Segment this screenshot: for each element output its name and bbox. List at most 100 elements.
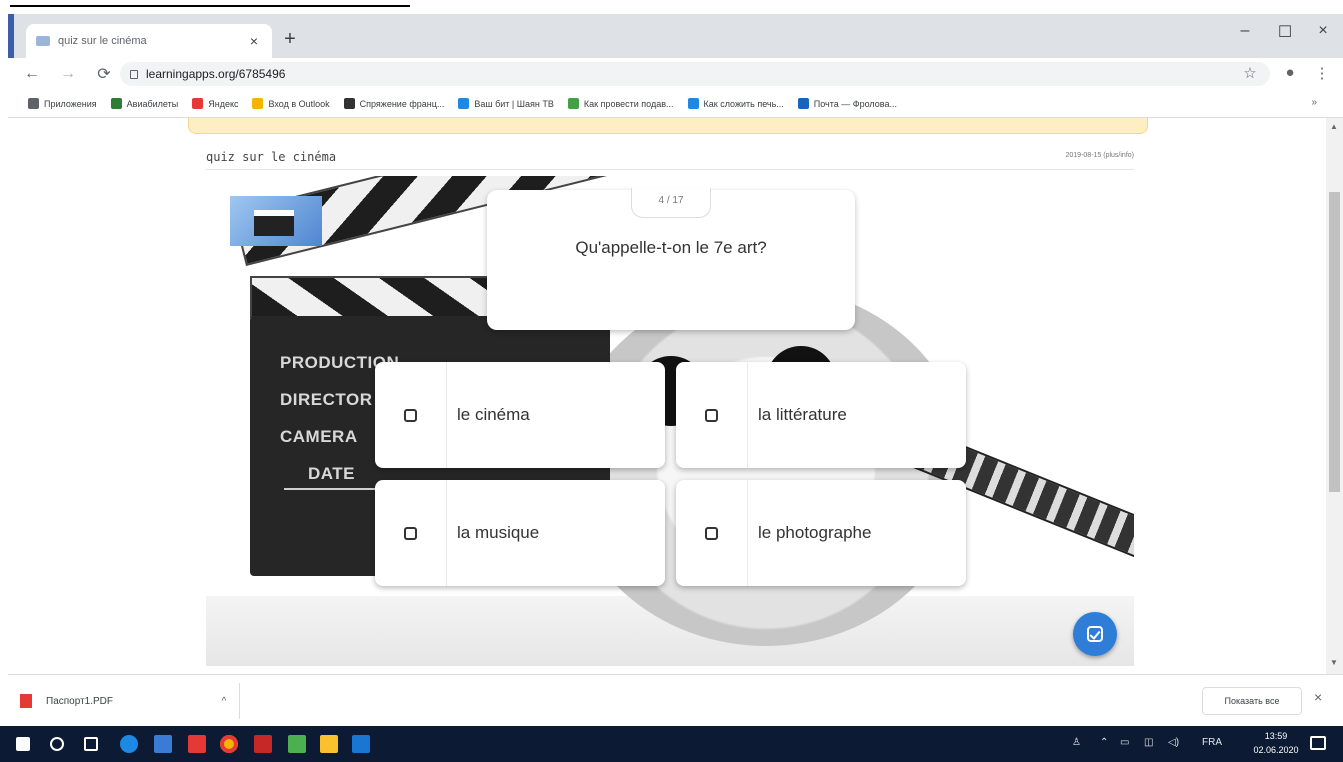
answer-label: la littérature xyxy=(758,405,847,424)
download-options-chevron-icon[interactable]: ^ xyxy=(209,696,239,707)
taskbar-clock[interactable]: 13:59 02.06.2020 xyxy=(1250,729,1302,757)
bookmark-item[interactable]: Как провести подав... xyxy=(567,98,674,109)
bookmark-label: Приложения xyxy=(44,98,97,109)
volume-icon[interactable]: ◁) xyxy=(1168,737,1179,748)
network-icon[interactable]: ◫ xyxy=(1144,737,1153,748)
search-icon[interactable] xyxy=(50,737,64,751)
profile-icon[interactable]: ● xyxy=(1280,64,1300,81)
answer-option-2[interactable]: la littérature xyxy=(676,362,966,468)
battery-icon[interactable]: ▭ xyxy=(1120,737,1129,748)
maximize-button[interactable]: ☐ xyxy=(1270,22,1300,42)
checkbox-icon[interactable] xyxy=(705,526,718,540)
bookmark-label: Ваш бит | Шаян ТВ xyxy=(474,98,554,109)
quiz-thumbnail-image xyxy=(230,196,322,246)
download-filename: Паспорт1.PDF xyxy=(46,695,113,707)
bookmark-label: Вход в Outlook xyxy=(268,98,330,109)
window-accent xyxy=(8,14,14,58)
scroll-down-icon[interactable]: ▼ xyxy=(1330,658,1338,667)
forward-arrow-icon[interactable]: → xyxy=(56,65,80,83)
chrome-icon[interactable] xyxy=(220,735,238,753)
bookmark-item[interactable]: Ваш бит | Шаян ТВ xyxy=(458,98,554,109)
scroll-up-icon[interactable]: ▲ xyxy=(1330,122,1338,131)
checkbox-icon[interactable] xyxy=(404,526,417,540)
question-card: 4 / 17 Qu'appelle-t-on le 7e art? xyxy=(487,188,855,330)
word-icon[interactable] xyxy=(352,735,370,753)
app-icon[interactable] xyxy=(288,735,306,753)
user-tray-icon[interactable]: ♙ xyxy=(1072,737,1081,748)
check-icon xyxy=(1087,626,1103,642)
store-icon[interactable] xyxy=(154,735,172,753)
page-scrollbar[interactable]: ▲ ▼ xyxy=(1326,118,1343,674)
answer-label: le photographe xyxy=(758,523,872,542)
bookmark-favicon-icon xyxy=(797,98,809,109)
answer-checkbox-area[interactable] xyxy=(375,362,447,468)
info-banner xyxy=(188,118,1148,134)
answer-option-1[interactable]: le cinéma xyxy=(375,362,665,468)
bookmark-favicon-icon xyxy=(252,98,264,109)
bookmark-item[interactable]: Приложения xyxy=(28,98,97,109)
browser-tab[interactable]: quiz sur le cinéma × xyxy=(26,24,272,58)
answer-option-3[interactable]: la musique xyxy=(375,480,665,586)
windows-taskbar: ♙ ⌃ ▭ ◫ ◁) FRA 13:59 02.06.2020 xyxy=(0,726,1343,762)
tab-close-icon[interactable]: × xyxy=(246,33,262,49)
bookmark-favicon-icon xyxy=(687,98,699,109)
bookmark-label: Как провести подав... xyxy=(583,98,674,109)
bookmark-favicon-icon xyxy=(458,98,470,109)
pdf-file-icon xyxy=(20,694,32,708)
scrollbar-thumb[interactable] xyxy=(1329,192,1340,492)
tab-strip: quiz sur le cinéma × + – ☐ × xyxy=(8,14,1343,58)
pdf-reader-icon[interactable] xyxy=(254,735,272,753)
site-favicon-icon xyxy=(36,36,50,46)
show-all-downloads-button[interactable]: Показать все xyxy=(1202,687,1302,715)
language-indicator[interactable]: FRA xyxy=(1202,737,1222,748)
browser-toolbar: ← → ⟳ learningapps.org/6785496 ☆ ● ⋮ xyxy=(8,58,1343,90)
bookmark-item[interactable]: Как сложить печь... xyxy=(687,98,784,109)
bookmark-star-icon[interactable]: ☆ xyxy=(1240,64,1260,82)
top-divider-line xyxy=(10,5,410,7)
bookmark-label: Как сложить печь... xyxy=(703,98,784,109)
bookmark-item[interactable]: Яндекс xyxy=(192,98,238,109)
answer-checkbox-area[interactable] xyxy=(676,480,748,586)
close-download-bar-icon[interactable]: × xyxy=(1314,689,1322,705)
bookmarks-bar: Приложения Авиабилеты Яндекс Вход в Outlook… xyxy=(8,90,1343,118)
bookmark-favicon-icon xyxy=(567,98,579,109)
app-title: quiz sur le cinéma xyxy=(206,150,337,164)
answer-label: la musique xyxy=(457,523,540,542)
check-answer-button[interactable] xyxy=(1073,612,1117,656)
bookmark-favicon-icon xyxy=(28,98,39,109)
edge-browser-icon[interactable] xyxy=(120,735,138,753)
minimize-button[interactable]: – xyxy=(1230,22,1260,40)
start-windows-icon[interactable] xyxy=(16,737,30,751)
download-bar: Паспорт1.PDF ^ Показать все × xyxy=(8,674,1343,726)
clock-date: 02.06.2020 xyxy=(1253,745,1299,755)
yandex-browser-icon[interactable] xyxy=(188,735,206,753)
answer-checkbox-area[interactable] xyxy=(676,362,748,468)
notification-center-icon[interactable] xyxy=(1310,736,1326,750)
answer-label: le cinéma xyxy=(457,405,530,424)
menu-kebab-icon[interactable]: ⋮ xyxy=(1312,64,1332,82)
bookmark-label: Яндекс xyxy=(208,98,239,109)
answer-option-4[interactable]: le photographe xyxy=(676,480,966,586)
app-header: quiz sur le cinéma 2019-08-15 (plus/info… xyxy=(206,148,1134,170)
address-bar[interactable]: learningapps.org/6785496 xyxy=(120,62,1270,86)
close-window-button[interactable]: × xyxy=(1308,22,1338,40)
new-tab-button[interactable]: + xyxy=(278,28,302,51)
file-explorer-icon[interactable] xyxy=(320,735,338,753)
tray-chevron-icon[interactable]: ⌃ xyxy=(1100,737,1108,748)
answer-checkbox-area[interactable] xyxy=(375,480,447,586)
bookmark-favicon-icon xyxy=(192,98,204,109)
bookmark-item[interactable]: Спряжение франц... xyxy=(343,98,444,109)
bookmark-label: Авиабилеты xyxy=(126,98,179,109)
lock-icon xyxy=(130,69,138,79)
checkbox-icon[interactable] xyxy=(705,408,718,422)
bookmark-item[interactable]: Вход в Outlook xyxy=(252,98,330,109)
question-counter: 4 / 17 xyxy=(631,188,711,218)
bookmarks-overflow-icon[interactable]: » xyxy=(1311,97,1317,108)
bookmark-item[interactable]: Авиабилеты xyxy=(110,98,179,109)
back-arrow-icon[interactable]: ← xyxy=(20,65,44,83)
reload-icon[interactable]: ⟳ xyxy=(92,64,116,84)
download-item[interactable]: Паспорт1.PDF ^ xyxy=(8,683,240,719)
bookmark-item[interactable]: Почта — Фролова... xyxy=(797,98,897,109)
checkbox-icon[interactable] xyxy=(404,408,417,422)
task-view-icon[interactable] xyxy=(84,737,98,751)
